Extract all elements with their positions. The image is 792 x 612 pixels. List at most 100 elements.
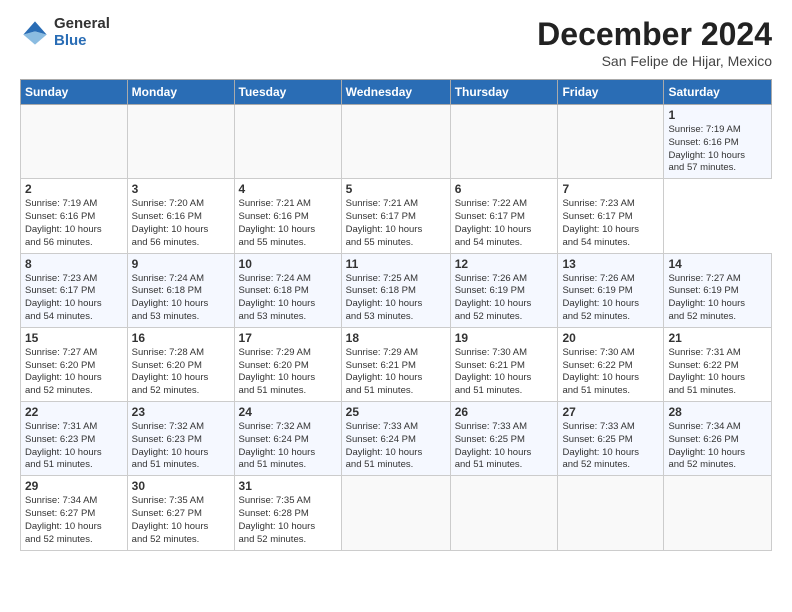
- calendar-week-4: 15Sunrise: 7:27 AMSunset: 6:20 PMDayligh…: [21, 327, 772, 401]
- day-info: Sunrise: 7:30 AMSunset: 6:22 PMDaylight:…: [562, 347, 659, 398]
- logo-blue: Blue: [54, 33, 110, 50]
- table-row: 28 Sunrise: 7:34 AMSunset: 6:26 PMDayligh…: [664, 402, 772, 476]
- table-row: [558, 105, 664, 179]
- day-info: Sunrise: 7:35 AMSunset: 6:28 PMDaylight:…: [239, 495, 337, 546]
- header-thursday: Thursday: [450, 80, 558, 105]
- calendar-week-1: 1Sunrise: 7:19 AMSunset: 6:16 PMDaylight…: [21, 105, 772, 179]
- day-number: 25: [346, 405, 446, 419]
- day-number: 6: [455, 182, 554, 196]
- day-number: 14: [668, 257, 767, 271]
- table-row: [127, 105, 234, 179]
- day-number: 29: [25, 479, 123, 493]
- calendar-week-6: 29 Sunrise: 7:34 AMSunset: 6:27 PMDayligh…: [21, 476, 772, 550]
- day-number: 18: [346, 331, 446, 345]
- table-row: 7Sunrise: 7:23 AMSunset: 6:17 PMDaylight…: [558, 179, 664, 253]
- day-info: Sunrise: 7:29 AMSunset: 6:21 PMDaylight:…: [346, 347, 446, 398]
- table-row: 1Sunrise: 7:19 AMSunset: 6:16 PMDaylight…: [664, 105, 772, 179]
- logo-general: General: [54, 16, 110, 33]
- day-number: 4: [239, 182, 337, 196]
- table-row: [450, 105, 558, 179]
- day-number: 31: [239, 479, 337, 493]
- table-row: 31 Sunrise: 7:35 AMSunset: 6:28 PMDayligh…: [234, 476, 341, 550]
- day-info: Sunrise: 7:21 AMSunset: 6:16 PMDaylight:…: [239, 198, 337, 249]
- calendar-week-3: 8 Sunrise: 7:23 AMSunset: 6:17 PMDaylight…: [21, 253, 772, 327]
- day-info: Sunrise: 7:34 AMSunset: 6:26 PMDaylight:…: [668, 421, 767, 472]
- day-info: Sunrise: 7:31 AMSunset: 6:22 PMDaylight:…: [668, 347, 767, 398]
- table-row: 10 Sunrise: 7:24 AMSunset: 6:18 PMDayligh…: [234, 253, 341, 327]
- table-row: 20Sunrise: 7:30 AMSunset: 6:22 PMDayligh…: [558, 327, 664, 401]
- table-row: [664, 476, 772, 550]
- day-info: Sunrise: 7:33 AMSunset: 6:25 PMDaylight:…: [455, 421, 554, 472]
- day-info: Sunrise: 7:33 AMSunset: 6:25 PMDaylight:…: [562, 421, 659, 472]
- day-info: Sunrise: 7:33 AMSunset: 6:24 PMDaylight:…: [346, 421, 446, 472]
- day-number: 12: [455, 257, 554, 271]
- table-row: 11Sunrise: 7:25 AMSunset: 6:18 PMDayligh…: [341, 253, 450, 327]
- day-number: 17: [239, 331, 337, 345]
- table-row: 15Sunrise: 7:27 AMSunset: 6:20 PMDayligh…: [21, 327, 128, 401]
- header-wednesday: Wednesday: [341, 80, 450, 105]
- day-info: Sunrise: 7:24 AMSunset: 6:18 PMDaylight:…: [132, 273, 230, 324]
- day-info: Sunrise: 7:28 AMSunset: 6:20 PMDaylight:…: [132, 347, 230, 398]
- day-info: Sunrise: 7:30 AMSunset: 6:21 PMDaylight:…: [455, 347, 554, 398]
- day-number: 11: [346, 257, 446, 271]
- table-row: [341, 105, 450, 179]
- calendar-week-2: 2Sunrise: 7:19 AMSunset: 6:16 PMDaylight…: [21, 179, 772, 253]
- day-number: 22: [25, 405, 123, 419]
- day-number: 13: [562, 257, 659, 271]
- day-number: 21: [668, 331, 767, 345]
- table-row: 9 Sunrise: 7:24 AMSunset: 6:18 PMDaylight…: [127, 253, 234, 327]
- table-row: 17Sunrise: 7:29 AMSunset: 6:20 PMDayligh…: [234, 327, 341, 401]
- day-info: Sunrise: 7:23 AMSunset: 6:17 PMDaylight:…: [25, 273, 123, 324]
- logo: General Blue: [20, 16, 110, 49]
- table-row: 21 Sunrise: 7:31 AMSunset: 6:22 PMDayligh…: [664, 327, 772, 401]
- day-info: Sunrise: 7:31 AMSunset: 6:23 PMDaylight:…: [25, 421, 123, 472]
- header-friday: Friday: [558, 80, 664, 105]
- header: General Blue December 2024 San Felipe de…: [20, 16, 772, 69]
- header-monday: Monday: [127, 80, 234, 105]
- table-row: 24 Sunrise: 7:32 AMSunset: 6:24 PMDayligh…: [234, 402, 341, 476]
- table-row: 12 Sunrise: 7:26 AMSunset: 6:19 PMDayligh…: [450, 253, 558, 327]
- table-row: [21, 105, 128, 179]
- day-info: Sunrise: 7:32 AMSunset: 6:23 PMDaylight:…: [132, 421, 230, 472]
- day-number: 5: [346, 182, 446, 196]
- calendar-week-5: 22 Sunrise: 7:31 AMSunset: 6:23 PMDayligh…: [21, 402, 772, 476]
- day-info: Sunrise: 7:22 AMSunset: 6:17 PMDaylight:…: [455, 198, 554, 249]
- calendar-table: Sunday Monday Tuesday Wednesday Thursday…: [20, 79, 772, 551]
- main-title: December 2024: [537, 16, 772, 53]
- day-info: Sunrise: 7:26 AMSunset: 6:19 PMDaylight:…: [562, 273, 659, 324]
- logo-text: General Blue: [54, 16, 110, 49]
- day-info: Sunrise: 7:27 AMSunset: 6:19 PMDaylight:…: [668, 273, 767, 324]
- table-row: 5Sunrise: 7:21 AMSunset: 6:17 PMDaylight…: [341, 179, 450, 253]
- header-sunday: Sunday: [21, 80, 128, 105]
- day-number: 27: [562, 405, 659, 419]
- day-number: 7: [562, 182, 659, 196]
- day-info: Sunrise: 7:19 AMSunset: 6:16 PMDaylight:…: [25, 198, 123, 249]
- day-info: Sunrise: 7:34 AMSunset: 6:27 PMDaylight:…: [25, 495, 123, 546]
- day-number: 24: [239, 405, 337, 419]
- table-row: 26Sunrise: 7:33 AMSunset: 6:25 PMDayligh…: [450, 402, 558, 476]
- day-info: Sunrise: 7:20 AMSunset: 6:16 PMDaylight:…: [132, 198, 230, 249]
- logo-icon: [20, 18, 50, 48]
- title-block: December 2024 San Felipe de Hijar, Mexic…: [537, 16, 772, 69]
- day-info: Sunrise: 7:26 AMSunset: 6:19 PMDaylight:…: [455, 273, 554, 324]
- table-row: 25 Sunrise: 7:33 AMSunset: 6:24 PMDayligh…: [341, 402, 450, 476]
- day-number: 10: [239, 257, 337, 271]
- calendar-header-row: Sunday Monday Tuesday Wednesday Thursday…: [21, 80, 772, 105]
- day-info: Sunrise: 7:32 AMSunset: 6:24 PMDaylight:…: [239, 421, 337, 472]
- table-row: 4 Sunrise: 7:21 AMSunset: 6:16 PMDaylight…: [234, 179, 341, 253]
- day-info: Sunrise: 7:24 AMSunset: 6:18 PMDaylight:…: [239, 273, 337, 324]
- header-tuesday: Tuesday: [234, 80, 341, 105]
- table-row: 18 Sunrise: 7:29 AMSunset: 6:21 PMDayligh…: [341, 327, 450, 401]
- table-row: 2Sunrise: 7:19 AMSunset: 6:16 PMDaylight…: [21, 179, 128, 253]
- day-number: 9: [132, 257, 230, 271]
- day-number: 30: [132, 479, 230, 493]
- day-number: 15: [25, 331, 123, 345]
- table-row: 3Sunrise: 7:20 AMSunset: 6:16 PMDaylight…: [127, 179, 234, 253]
- table-row: 6 Sunrise: 7:22 AMSunset: 6:17 PMDaylight…: [450, 179, 558, 253]
- table-row: 19Sunrise: 7:30 AMSunset: 6:21 PMDayligh…: [450, 327, 558, 401]
- day-number: 28: [668, 405, 767, 419]
- day-number: 23: [132, 405, 230, 419]
- table-row: 23 Sunrise: 7:32 AMSunset: 6:23 PMDayligh…: [127, 402, 234, 476]
- day-number: 8: [25, 257, 123, 271]
- table-row: 8 Sunrise: 7:23 AMSunset: 6:17 PMDaylight…: [21, 253, 128, 327]
